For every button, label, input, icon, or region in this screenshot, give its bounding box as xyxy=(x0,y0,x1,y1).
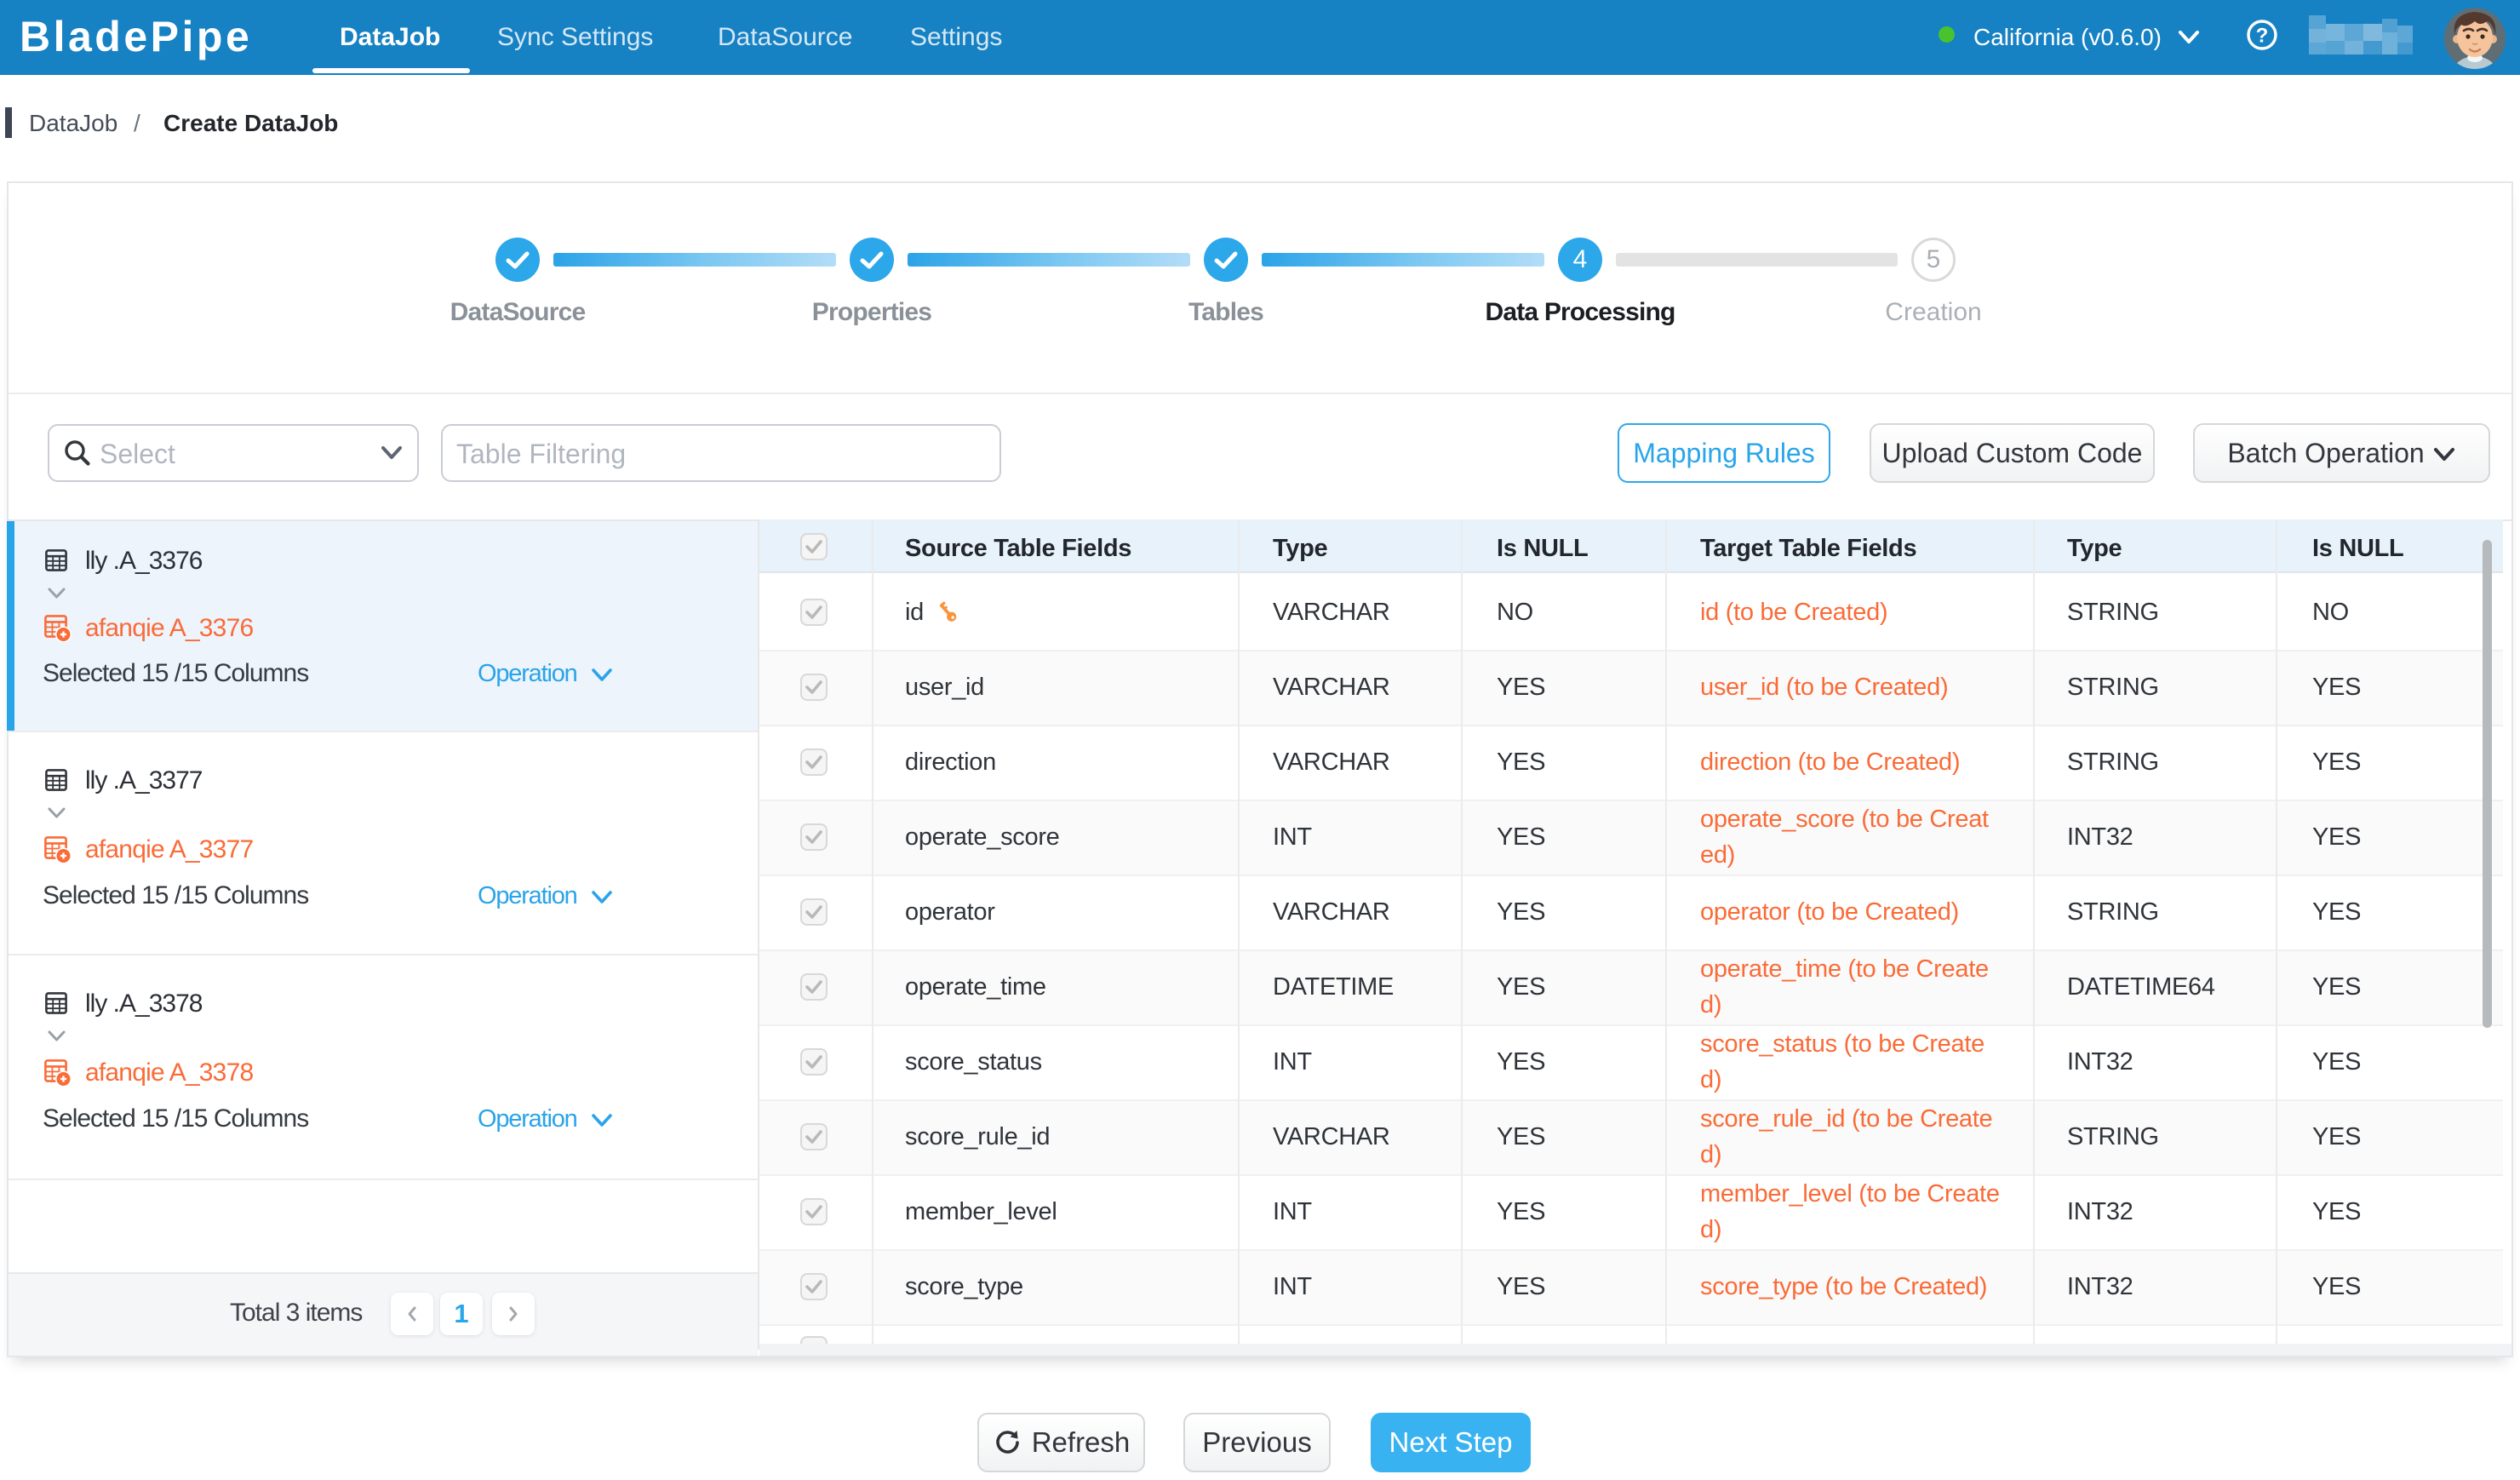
svg-text:?: ? xyxy=(2256,25,2269,48)
